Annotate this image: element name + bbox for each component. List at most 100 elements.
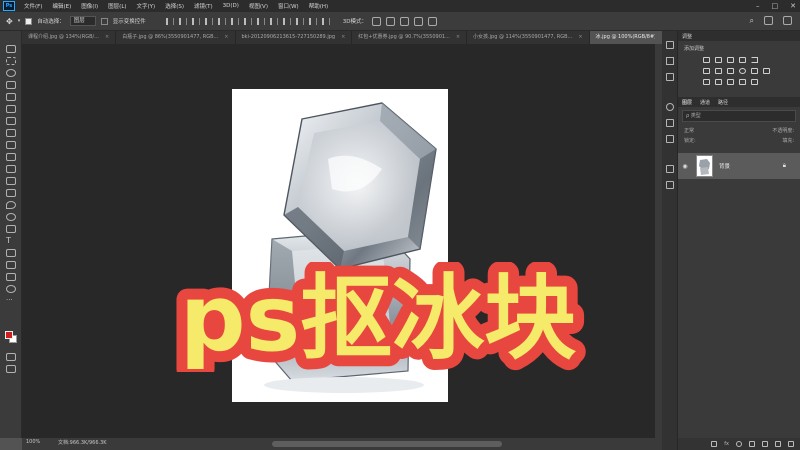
- channel-mixer-icon[interactable]: [751, 68, 758, 74]
- 3d-scale-icon[interactable]: [428, 16, 438, 26]
- path-select-tool-icon[interactable]: [6, 249, 16, 257]
- horizontal-scrollbar-thumb[interactable]: [272, 441, 502, 447]
- zoom-level[interactable]: 100%: [26, 439, 40, 445]
- lasso-tool-icon[interactable]: [6, 69, 16, 77]
- 3d-rotate-icon[interactable]: [372, 16, 382, 26]
- auto-select-dropdown[interactable]: 图层: [69, 16, 96, 26]
- more-tools-icon[interactable]: ···: [6, 297, 16, 305]
- tab-channels[interactable]: 通道: [700, 99, 710, 106]
- menu-edit[interactable]: 编辑(E): [47, 2, 76, 10]
- posterize-icon[interactable]: [715, 79, 722, 85]
- threshold-icon[interactable]: [727, 79, 734, 85]
- menu-image[interactable]: 图像(I): [76, 2, 103, 10]
- healing-brush-tool-icon[interactable]: [6, 129, 16, 137]
- hue-saturation-icon[interactable]: [703, 68, 710, 74]
- new-layer-icon[interactable]: [775, 441, 781, 447]
- doc-tab[interactable]: 红包+优惠券.jpg @ 90.7%(3550901... ×: [352, 31, 468, 44]
- shape-tool-icon[interactable]: [6, 261, 16, 269]
- move-tool-icon[interactable]: ✥: [6, 17, 13, 26]
- close-icon[interactable]: ×: [456, 31, 460, 44]
- type-tool-icon[interactable]: T: [6, 237, 16, 245]
- auto-align-icon[interactable]: [321, 17, 330, 25]
- menu-help[interactable]: 帮助(H): [304, 2, 333, 10]
- search-icon[interactable]: ⌕: [750, 16, 754, 26]
- history-brush-tool-icon[interactable]: [6, 165, 16, 173]
- dropdown-arrow-icon[interactable]: ▾: [18, 18, 21, 24]
- character-icon[interactable]: [666, 135, 674, 143]
- 3d-slide-icon[interactable]: [414, 16, 424, 26]
- properties-icon[interactable]: [666, 73, 674, 81]
- play-actions-icon[interactable]: [666, 57, 674, 65]
- adjustment-icon[interactable]: [749, 441, 755, 447]
- black-white-icon[interactable]: [727, 68, 734, 74]
- share-icon[interactable]: [783, 16, 792, 25]
- group-icon[interactable]: [762, 441, 768, 447]
- 3d-drag-icon[interactable]: [400, 16, 410, 26]
- quick-mask-icon[interactable]: [6, 353, 16, 361]
- menu-file[interactable]: 文件(F): [19, 2, 47, 10]
- align-top-icon[interactable]: [165, 17, 174, 25]
- doc-tab[interactable]: 小女孩.jpg @ 114%(3550901477, RGB... ×: [467, 31, 590, 44]
- layer-filter-input[interactable]: ρ 类型: [682, 110, 796, 122]
- pen-tool-icon[interactable]: [6, 225, 16, 233]
- show-transform-checkbox[interactable]: [100, 17, 108, 25]
- brightness-icon[interactable]: [703, 57, 710, 63]
- distribute-hcenter-icon[interactable]: [295, 17, 304, 25]
- menu-window[interactable]: 窗口(W): [273, 2, 304, 10]
- hand-tool-icon[interactable]: [6, 273, 16, 281]
- dodge-tool-icon[interactable]: [6, 213, 16, 221]
- quick-select-tool-icon[interactable]: [6, 81, 16, 89]
- color-lookup-icon[interactable]: [763, 68, 770, 74]
- trash-icon[interactable]: [788, 441, 794, 447]
- foreground-color-swatch[interactable]: [5, 331, 13, 339]
- auto-select-checkbox[interactable]: [25, 17, 33, 25]
- visibility-eye-icon[interactable]: ◉: [680, 163, 690, 170]
- info-icon[interactable]: [666, 103, 674, 111]
- selective-color-icon[interactable]: [751, 79, 758, 85]
- frame-tool-icon[interactable]: [6, 105, 16, 113]
- minimize-icon[interactable]: –: [756, 2, 760, 10]
- marquee-tool-icon[interactable]: [6, 57, 16, 65]
- color-balance-icon[interactable]: [715, 68, 722, 74]
- photo-filter-icon[interactable]: [739, 68, 746, 74]
- menu-layer[interactable]: 图层(L): [103, 2, 131, 10]
- clone-stamp-tool-icon[interactable]: [6, 153, 16, 161]
- distribute-vcenter-icon[interactable]: [256, 17, 265, 25]
- distribute-bottom-icon[interactable]: [269, 17, 278, 25]
- doc-tab-active[interactable]: 冰.jpg @ 100%(RGB/8#)×: [589, 31, 655, 44]
- exposure-icon[interactable]: [739, 57, 746, 63]
- distribute-left-icon[interactable]: [282, 17, 291, 25]
- tab-adjustments[interactable]: 调整: [682, 33, 692, 40]
- menu-select[interactable]: 选择(S): [160, 2, 189, 10]
- 3d-roll-icon[interactable]: [386, 16, 396, 26]
- maximize-icon[interactable]: □: [772, 2, 779, 10]
- align-right-icon[interactable]: [230, 17, 239, 25]
- menu-3d[interactable]: 3D(D): [218, 3, 244, 9]
- brush-tool-icon[interactable]: [6, 141, 16, 149]
- eraser-tool-icon[interactable]: [6, 177, 16, 185]
- crop-tool-icon[interactable]: [6, 93, 16, 101]
- close-icon[interactable]: ×: [224, 31, 228, 44]
- distribute-right-icon[interactable]: [308, 17, 317, 25]
- blend-mode-dropdown[interactable]: 正常: [684, 127, 694, 134]
- gradient-tool-icon[interactable]: [6, 189, 16, 197]
- brush-settings-icon[interactable]: [666, 119, 674, 127]
- screen-mode-icon[interactable]: [6, 365, 16, 373]
- tab-paths[interactable]: 路径: [718, 99, 728, 106]
- zoom-tool-icon[interactable]: [6, 285, 16, 293]
- blur-tool-icon[interactable]: [6, 201, 16, 209]
- menu-view[interactable]: 视图(V): [244, 2, 273, 10]
- link-icon[interactable]: [711, 441, 718, 447]
- vertical-scrollbar[interactable]: [655, 44, 662, 438]
- vibrance-icon[interactable]: [751, 57, 758, 63]
- menu-filter[interactable]: 滤镜(T): [189, 2, 218, 10]
- move-tool-icon[interactable]: [6, 45, 16, 53]
- workspace-icon[interactable]: [764, 16, 773, 25]
- doc-tab[interactable]: bki-20120906213615-727150289.jpg ×: [236, 31, 353, 44]
- mask-icon[interactable]: [736, 441, 742, 447]
- tools-cross-icon[interactable]: [666, 165, 674, 173]
- close-icon[interactable]: ×: [578, 31, 582, 44]
- layer-row[interactable]: ◉ 背景 🔒︎: [678, 153, 800, 179]
- doc-tab[interactable]: 课程介绍.jpg @ 134%(RGB/... ×: [22, 31, 117, 44]
- invert-icon[interactable]: [703, 79, 710, 85]
